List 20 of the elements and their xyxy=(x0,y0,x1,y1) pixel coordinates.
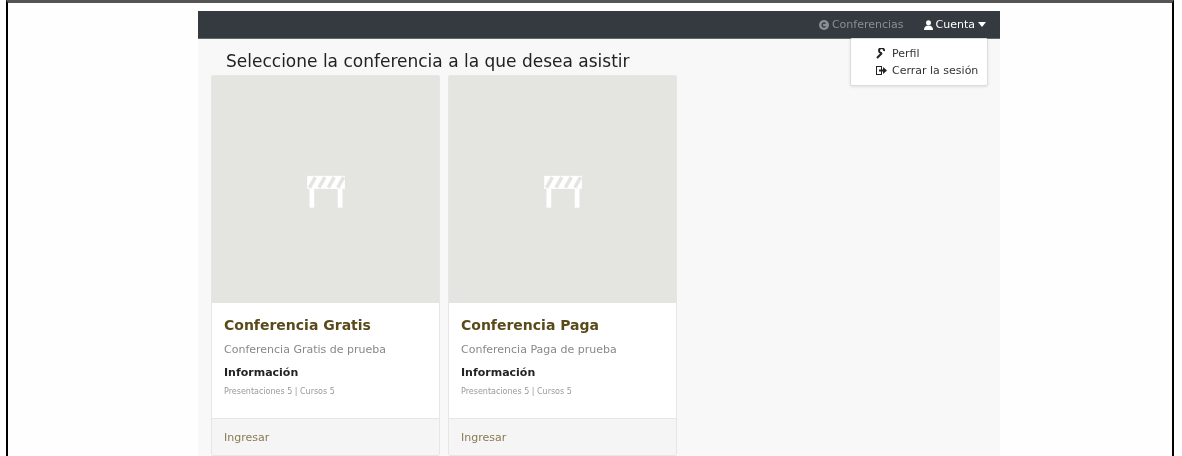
info-text: Presentaciones 5 | Cursos 5 xyxy=(224,387,336,396)
logout-icon xyxy=(876,66,887,75)
copyright-icon xyxy=(818,19,829,30)
wrench-icon xyxy=(876,48,887,59)
info-text: Presentaciones 5 | Cursos 5 xyxy=(461,387,573,396)
brand-link[interactable]: Conferencias xyxy=(818,18,904,31)
caret-icon xyxy=(978,22,986,27)
menu-item[interactable]: Perfil xyxy=(851,45,987,62)
menu-item[interactable]: Cerrar la sesión xyxy=(851,62,987,79)
card-title: Conferencia Gratis xyxy=(224,317,372,333)
page-heading: Seleccione la conferencia a la que desea asistir xyxy=(226,51,630,71)
account-dropdown[interactable]: Cuenta xyxy=(923,18,986,31)
card-description: Conferencia Paga de prueba xyxy=(461,343,618,356)
card-title: Conferencia Paga xyxy=(461,317,601,333)
enter-link[interactable]: Ingresar xyxy=(449,418,676,455)
card-description: Conferencia Gratis de prueba xyxy=(224,343,387,356)
info-title: Información xyxy=(461,366,537,379)
user-icon xyxy=(923,19,933,30)
info-title: Información xyxy=(224,366,300,379)
enter-link[interactable]: Ingresar xyxy=(212,418,439,455)
